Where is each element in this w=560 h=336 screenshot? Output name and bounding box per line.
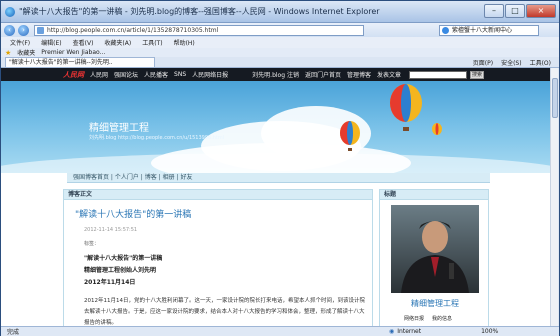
page-icon bbox=[37, 26, 44, 34]
site-search-input[interactable] bbox=[409, 70, 467, 79]
favorite-item[interactable]: Premier Wen Jiabao... bbox=[41, 49, 105, 56]
post-date: 2012-11-14 15:57:51 bbox=[84, 227, 138, 233]
menu-help[interactable]: 帮助(H) bbox=[174, 38, 195, 47]
nav-link[interactable]: 强国论坛 bbox=[114, 70, 138, 79]
zoom-level[interactable]: 100% bbox=[481, 328, 498, 335]
vertical-scrollbar[interactable] bbox=[550, 68, 558, 326]
profile-header: 标题 bbox=[380, 190, 488, 200]
nav-link[interactable]: SNS bbox=[174, 71, 186, 78]
forward-button[interactable]: › bbox=[18, 24, 29, 36]
nav-album[interactable]: 相册 bbox=[163, 174, 175, 181]
status-bar: 完成 ◉ Internet 100% bbox=[1, 326, 559, 336]
url-input[interactable]: http://blog.people.com.cn/article/1/1352… bbox=[34, 24, 364, 36]
menu-file[interactable]: 文件(F) bbox=[10, 38, 30, 47]
profile-links: 网络日报 我的信息 bbox=[404, 315, 452, 322]
close-button[interactable]: × bbox=[526, 4, 556, 18]
menu-favorites[interactable]: 收藏夹(A) bbox=[104, 38, 131, 47]
globe-icon: ◉ bbox=[389, 328, 395, 335]
nav-link[interactable]: 人民播客 bbox=[144, 70, 168, 79]
minimize-button[interactable]: – bbox=[484, 4, 504, 18]
maximize-button[interactable]: □ bbox=[505, 4, 525, 18]
address-bar: ‹ › http://blog.people.com.cn/article/1/… bbox=[1, 23, 559, 37]
status-text: 完成 bbox=[7, 329, 20, 336]
portal-home-link[interactable]: 返回门户首页 bbox=[305, 70, 341, 79]
blog-banner: 精细管理工程 刘先明.blog http://blog.people.com.c… bbox=[1, 81, 551, 173]
post-section-title: 博客正文 bbox=[64, 190, 372, 200]
post-body: 2012年11月14日，党的十八大胜利闭幕了。这一天，一家设计院的院长打来电话，… bbox=[84, 298, 365, 326]
hot-air-balloons-illustration bbox=[340, 84, 442, 151]
nav-friends[interactable]: 好友 bbox=[180, 174, 192, 181]
menu-view[interactable]: 查看(V) bbox=[73, 38, 94, 47]
site-search-button[interactable]: 搜索 bbox=[470, 70, 484, 79]
menu-tools[interactable]: 工具(T) bbox=[142, 38, 162, 47]
web-page: 人民网 人民网 强国论坛 人民播客 SNS 人民网络日报 刘先明.blog 注销… bbox=[1, 68, 551, 326]
profile-photo[interactable] bbox=[391, 205, 479, 293]
site-logo[interactable]: 人民网 bbox=[63, 70, 84, 80]
user-logout-link[interactable]: 刘先明.blog 注销 bbox=[252, 70, 299, 79]
post-panel: 博客正文 "解读十八大报告"的第一讲稿 2012-11-14 15:57:51 … bbox=[63, 189, 373, 326]
window-title: "解读十八大报告"的第一讲稿 - 刘先明.blog的博客--强国博客--人民网 … bbox=[19, 7, 380, 16]
nav-personal-portal[interactable]: 个人门户 bbox=[115, 174, 139, 181]
network-daily-link[interactable]: 网络日报 bbox=[404, 315, 424, 322]
nav-link[interactable]: 人民网 bbox=[90, 70, 108, 79]
safety-menu[interactable]: 安全(S) bbox=[501, 58, 522, 67]
profile-panel: 标题 精细管理工程 网络日报 我的信息 bbox=[379, 189, 489, 326]
browser-window: "解读十八大报告"的第一讲稿 - 刘先明.blog的博客--强国博客--人民网 … bbox=[0, 0, 560, 336]
favorites-button[interactable]: 收藏夹 bbox=[17, 48, 35, 57]
blog-subtitle: 刘先明.blog http://blog.people.com.cn/u/151… bbox=[89, 135, 225, 141]
ie-logo-icon bbox=[5, 6, 15, 17]
site-top-nav: 人民网 人民网 强国论坛 人民播客 SNS 人民网络日报 刘先明.blog 注销… bbox=[1, 68, 551, 81]
tab-current[interactable]: "解读十八大报告"的第一讲稿--刘先明.. bbox=[5, 57, 155, 67]
post-tags: 标签： bbox=[84, 241, 100, 247]
back-button[interactable]: ‹ bbox=[4, 24, 15, 36]
post-line-3: 2012年11月14日 bbox=[84, 279, 136, 286]
search-text: 紫檀蟹十八大新闻中心 bbox=[452, 26, 513, 34]
my-info-link[interactable]: 我的信息 bbox=[432, 315, 452, 322]
post-title[interactable]: "解读十八大报告"的第一讲稿 bbox=[75, 207, 191, 220]
post-article-link[interactable]: 发表文章 bbox=[377, 70, 401, 79]
url-text: http://blog.people.com.cn/article/1/1352… bbox=[47, 26, 219, 34]
favorites-bar: ★ 收藏夹 Premier Wen Jiabao... bbox=[1, 48, 559, 57]
post-line-1: "解读十八大报告"的第一讲稿 bbox=[84, 255, 163, 262]
page-menu[interactable]: 页面(P) bbox=[473, 58, 493, 67]
nav-blog-home[interactable]: 强国博客首页 bbox=[73, 174, 109, 181]
nav-link[interactable]: 人民网络日报 bbox=[192, 70, 228, 79]
security-zone: Internet bbox=[397, 328, 422, 335]
menu-edit[interactable]: 编辑(E) bbox=[41, 38, 61, 47]
nav-blog[interactable]: 博客 bbox=[145, 174, 157, 181]
post-line-2: 精细管理工程创始人刘先明 bbox=[84, 267, 157, 274]
search-input[interactable]: 紫檀蟹十八大新闻中心 bbox=[439, 24, 539, 36]
tab-bar: "解读十八大报告"的第一讲稿--刘先明.. 页面(P) 安全(S) 工具(O) bbox=[1, 57, 559, 68]
tools-menu[interactable]: 工具(O) bbox=[530, 58, 551, 67]
star-icon: ★ bbox=[5, 48, 12, 57]
search-engine-icon bbox=[442, 26, 449, 34]
person-silhouette-icon bbox=[401, 221, 469, 293]
title-bar: "解读十八大报告"的第一讲稿 - 刘先明.blog的博客--强国博客--人民网 … bbox=[1, 1, 559, 23]
profile-name[interactable]: 精细管理工程 bbox=[380, 298, 490, 309]
menu-bar: 文件(F) 编辑(E) 查看(V) 收藏夹(A) 工具(T) 帮助(H) bbox=[1, 37, 559, 48]
manage-blog-link[interactable]: 管理博客 bbox=[347, 70, 371, 79]
blog-title: 精细管理工程 bbox=[89, 123, 149, 134]
blog-nav: 强国博客首页 | 个人门户 | 博客 | 相册 | 好友 bbox=[67, 173, 490, 183]
scrollbar-thumb[interactable] bbox=[552, 78, 558, 118]
